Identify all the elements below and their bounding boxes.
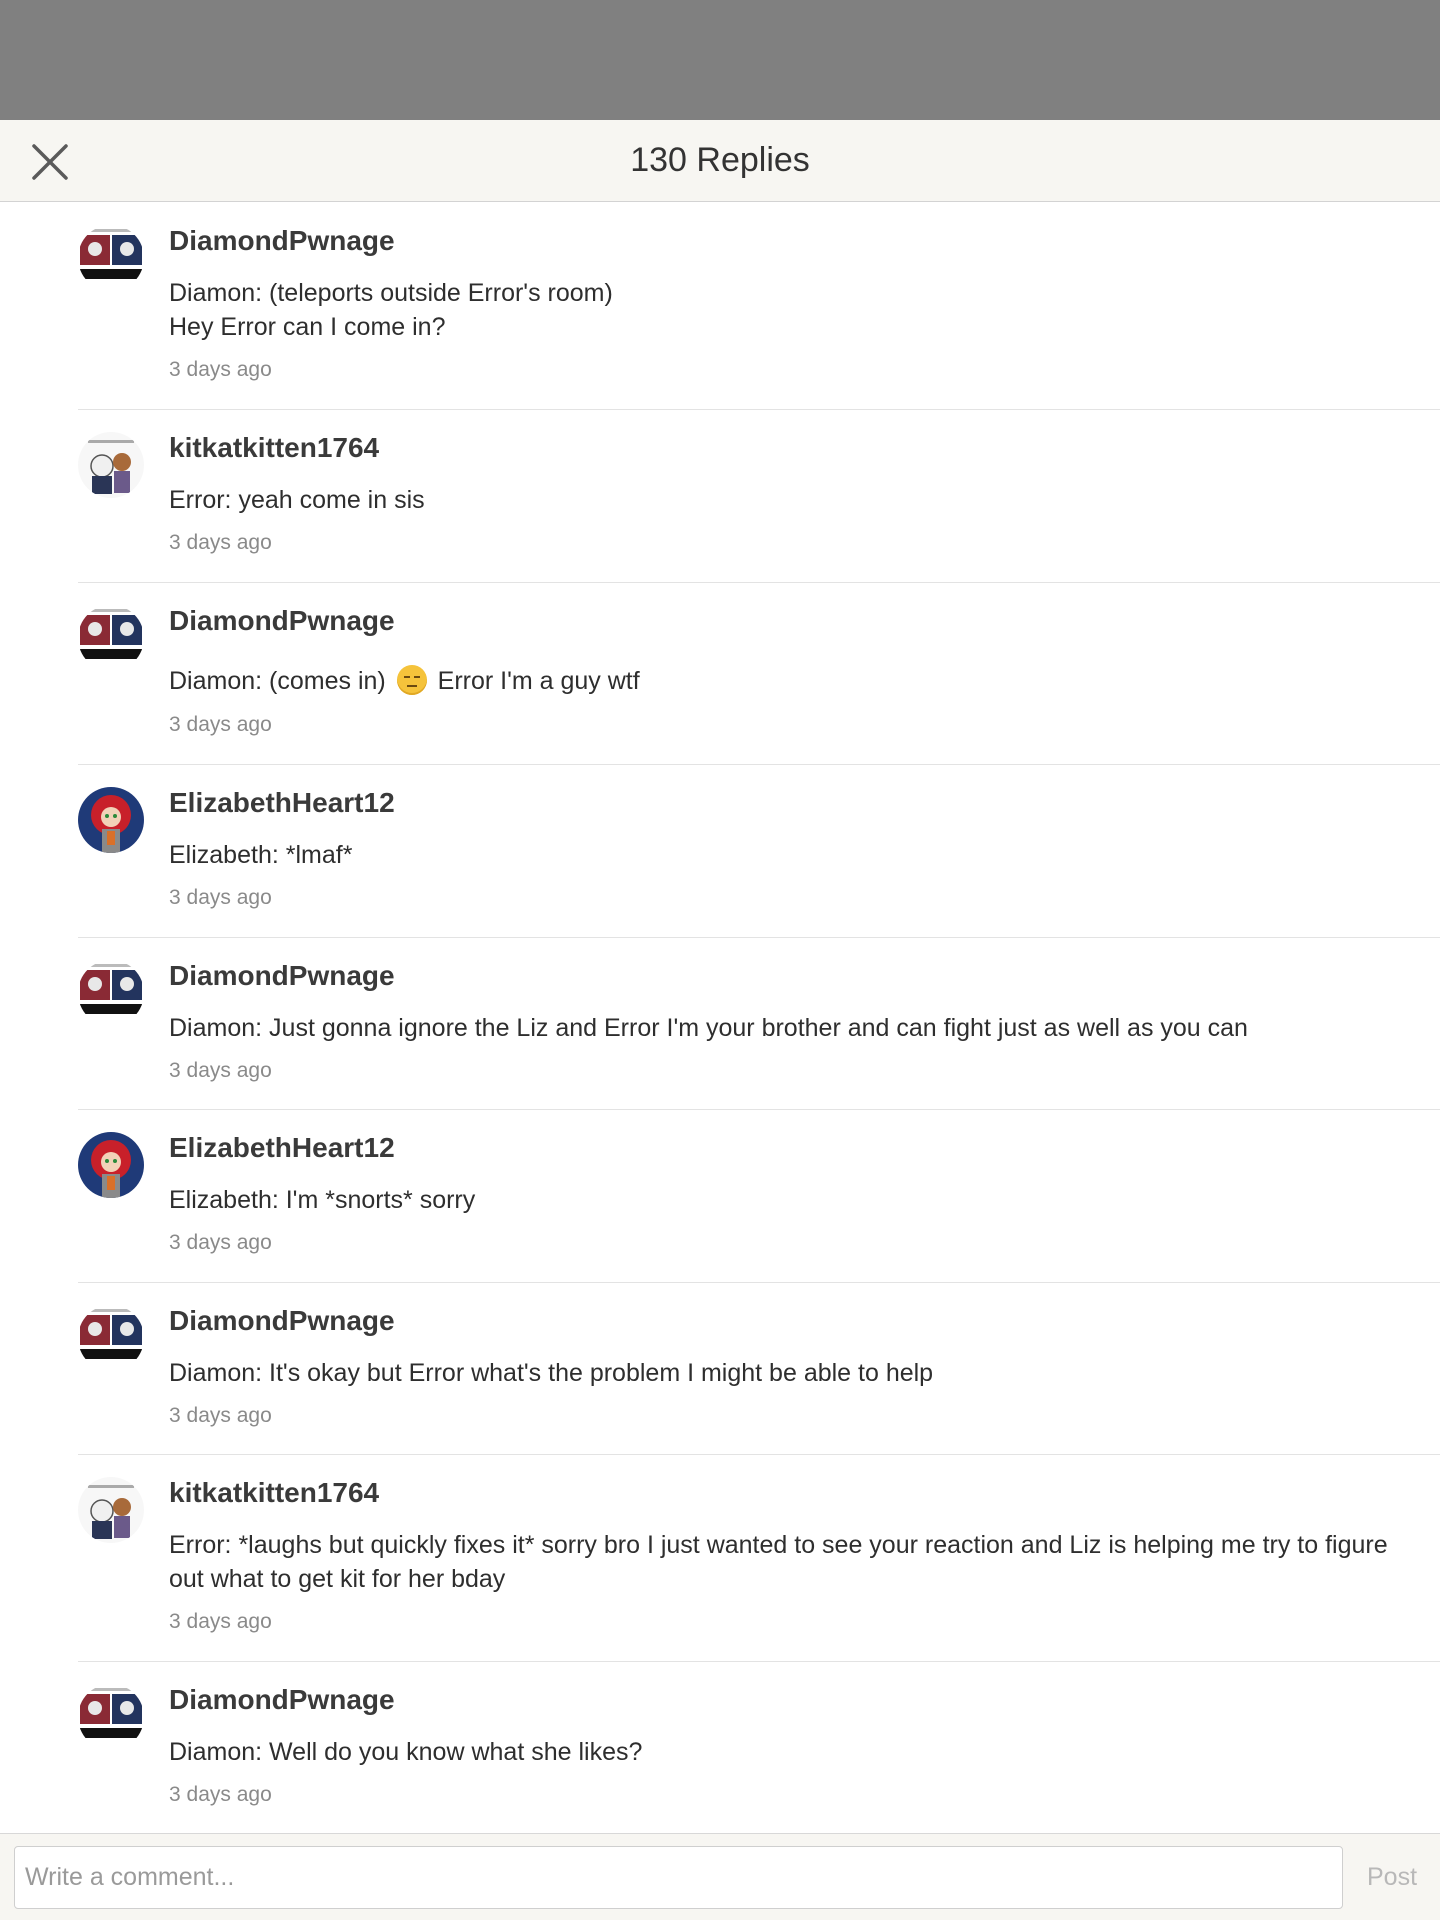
reply-message-line: Error: *laughs but quickly fixes it* sor… [169, 1531, 1388, 1593]
reply-timestamp: 3 days ago [169, 1783, 272, 1806]
avatar-diamondpwnage[interactable] [78, 605, 144, 671]
avatar-diamondpwnage[interactable] [78, 960, 144, 1026]
reply-message: Elizabeth: *lmaf* [169, 838, 1420, 872]
reply-message: Diamon: It's okay but Error what's the p… [169, 1356, 1420, 1390]
replies-header: 130 Replies [0, 120, 1440, 202]
reply-message-line: Elizabeth: *lmaf* [169, 841, 353, 869]
reply-message-line: Error: yeah come in sis [169, 486, 425, 514]
page-title: 130 Replies [630, 141, 810, 179]
reply-message-line: Hey Error can I come in? [169, 313, 446, 341]
reply-timestamp: 3 days ago [169, 358, 272, 381]
avatar-kitkatkitten1764[interactable] [78, 432, 144, 498]
reply-item: ElizabethHeart12 Elizabeth: *lmaf* 3 day… [78, 765, 1440, 938]
reply-message: Diamon: (comes in) Error I'm a guy wtf [169, 661, 1420, 701]
reply-timestamp: 3 days ago [169, 1404, 272, 1427]
reply-message-line: Diamon: It's okay but Error what's the p… [169, 1359, 934, 1387]
reply-timestamp: 3 days ago [169, 886, 272, 909]
comment-composer: Post [0, 1833, 1440, 1920]
reply-message: Diamon: Just gonna ignore the Liz and Er… [169, 1011, 1420, 1045]
reply-item: DiamondPwnage Diamon: (comes in) Error I… [78, 583, 1440, 765]
reply-timestamp: 3 days ago [169, 1610, 272, 1633]
avatar-diamondpwnage[interactable] [78, 1684, 144, 1750]
reply-username[interactable]: DiamondPwnage [169, 225, 395, 257]
reply-username[interactable]: ElizabethHeart12 [169, 1132, 395, 1164]
reply-item: DiamondPwnage Diamon: Well do you know w… [78, 1662, 1440, 1833]
reply-message: Error: yeah come in sis [169, 483, 1420, 517]
reply-username[interactable]: DiamondPwnage [169, 1305, 395, 1337]
avatar-diamondpwnage[interactable] [78, 225, 144, 291]
reply-username[interactable]: kitkatkitten1764 [169, 1477, 379, 1509]
reply-message-line: Diamon: Just gonna ignore the Liz and Er… [169, 1014, 1248, 1042]
reply-message: Error: *laughs but quickly fixes it* sor… [169, 1528, 1420, 1596]
reply-message-line: Diamon: Well do you know what she likes? [169, 1738, 643, 1766]
reply-item: kitkatkitten1764 Error: yeah come in sis… [78, 410, 1440, 583]
avatar-diamondpwnage[interactable] [78, 1305, 144, 1371]
reply-timestamp: 3 days ago [169, 1231, 272, 1254]
reply-username[interactable]: ElizabethHeart12 [169, 787, 395, 819]
status-overlay [0, 0, 1440, 120]
reply-username[interactable]: DiamondPwnage [169, 605, 395, 637]
reply-message-text: Error I'm a guy wtf [437, 667, 640, 695]
reply-username[interactable]: kitkatkitten1764 [169, 432, 379, 464]
comment-input[interactable] [14, 1846, 1343, 1909]
reply-item: DiamondPwnage Diamon: It's okay but Erro… [78, 1283, 1440, 1455]
reply-message-line: Diamon: (teleports outside Error's room) [169, 279, 613, 307]
reply-message-text: Diamon: (comes in) [169, 667, 386, 695]
reply-message: Elizabeth: I'm *snorts* sorry [169, 1183, 1420, 1217]
avatar-elizabethheart12[interactable] [78, 1132, 144, 1198]
reply-message-line: Elizabeth: I'm *snorts* sorry [169, 1186, 476, 1214]
reply-list[interactable]: DiamondPwnage Diamon: (teleports outside… [0, 203, 1440, 1833]
reply-timestamp: 3 days ago [169, 531, 272, 554]
reply-item: kitkatkitten1764 Error: *laughs but quic… [78, 1455, 1440, 1662]
expressionless-face-emoji [396, 665, 427, 695]
reply-username[interactable]: DiamondPwnage [169, 1684, 395, 1716]
reply-message: Diamon: Well do you know what she likes? [169, 1735, 1420, 1769]
reply-timestamp: 3 days ago [169, 713, 272, 736]
reply-item: DiamondPwnage Diamon: (teleports outside… [78, 203, 1440, 410]
reply-timestamp: 3 days ago [169, 1059, 272, 1082]
reply-username[interactable]: DiamondPwnage [169, 960, 395, 992]
avatar-kitkatkitten1764[interactable] [78, 1477, 144, 1543]
avatar-elizabethheart12[interactable] [78, 787, 144, 853]
reply-item: DiamondPwnage Diamon: Just gonna ignore … [78, 938, 1440, 1110]
post-button[interactable]: Post [1352, 1846, 1432, 1909]
reply-message: Diamon: (teleports outside Error's room)… [169, 276, 1420, 344]
reply-item: ElizabethHeart12 Elizabeth: I'm *snorts*… [78, 1110, 1440, 1283]
